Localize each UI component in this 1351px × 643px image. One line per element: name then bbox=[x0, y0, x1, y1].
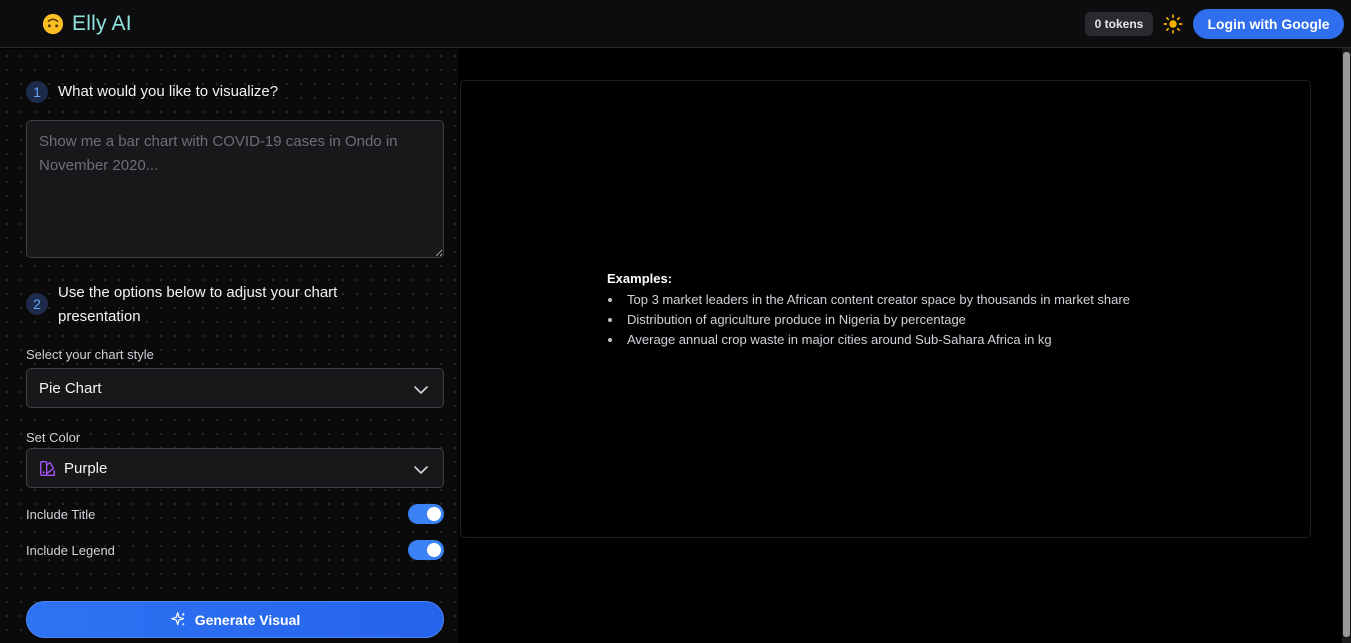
include-legend-label: Include Legend bbox=[26, 543, 115, 558]
visualization-prompt-input[interactable] bbox=[26, 120, 444, 258]
step-1-number: 1 bbox=[26, 81, 48, 103]
login-with-google-button[interactable]: Login with Google bbox=[1193, 9, 1344, 39]
step-1-heading: 1 What would you like to visualize? bbox=[26, 80, 278, 104]
chart-preview-area: Examples: Top 3 market leaders in the Af… bbox=[460, 80, 1311, 538]
step-2-heading: 2 Use the options below to adjust your c… bbox=[26, 281, 406, 329]
color-select[interactable]: Purple bbox=[26, 448, 444, 488]
chart-style-value: Pie Chart bbox=[39, 379, 102, 397]
include-title-toggle[interactable] bbox=[408, 504, 444, 524]
options-panel: 1 What would you like to visualize? 2 Us… bbox=[0, 49, 458, 643]
include-title-label: Include Title bbox=[26, 507, 96, 522]
set-color-label: Set Color bbox=[26, 430, 81, 445]
step-2-number: 2 bbox=[26, 293, 48, 315]
examples-block: Examples: Top 3 market leaders in the Af… bbox=[607, 271, 1130, 350]
emoji-face-icon bbox=[42, 13, 64, 35]
list-item: Average annual crop waste in major citie… bbox=[607, 330, 1130, 350]
scrollbar-thumb[interactable] bbox=[1343, 52, 1350, 637]
step-2-title: Use the options below to adjust your cha… bbox=[58, 284, 338, 325]
generate-visual-button[interactable]: Generate Visual bbox=[26, 601, 444, 638]
chart-style-select[interactable]: Pie Chart bbox=[26, 368, 444, 408]
include-legend-toggle[interactable] bbox=[408, 540, 444, 560]
toggle-knob bbox=[427, 543, 441, 557]
top-header: Elly AI 0 tokens Login with Google bbox=[0, 0, 1351, 48]
page-scrollbar[interactable] bbox=[1342, 48, 1351, 643]
generate-visual-label: Generate Visual bbox=[194, 611, 301, 628]
app-name: Elly AI bbox=[72, 12, 132, 35]
list-item: Top 3 market leaders in the African cont… bbox=[607, 290, 1130, 310]
chevron-down-icon bbox=[414, 466, 428, 474]
app-logo[interactable]: Elly AI bbox=[42, 12, 132, 36]
palette-icon bbox=[40, 460, 55, 476]
chevron-down-icon bbox=[414, 386, 428, 394]
list-item: Distribution of agriculture produce in N… bbox=[607, 310, 1130, 330]
examples-heading: Examples: bbox=[607, 271, 673, 286]
toggle-knob bbox=[427, 507, 441, 521]
sparkles-icon bbox=[170, 612, 186, 626]
chart-style-label: Select your chart style bbox=[26, 347, 154, 362]
examples-list: Top 3 market leaders in the African cont… bbox=[607, 290, 1130, 350]
color-value: Purple bbox=[64, 459, 108, 477]
sun-icon[interactable] bbox=[1163, 14, 1183, 34]
step-1-title: What would you like to visualize? bbox=[58, 83, 279, 100]
token-count-badge: 0 tokens bbox=[1085, 12, 1153, 36]
